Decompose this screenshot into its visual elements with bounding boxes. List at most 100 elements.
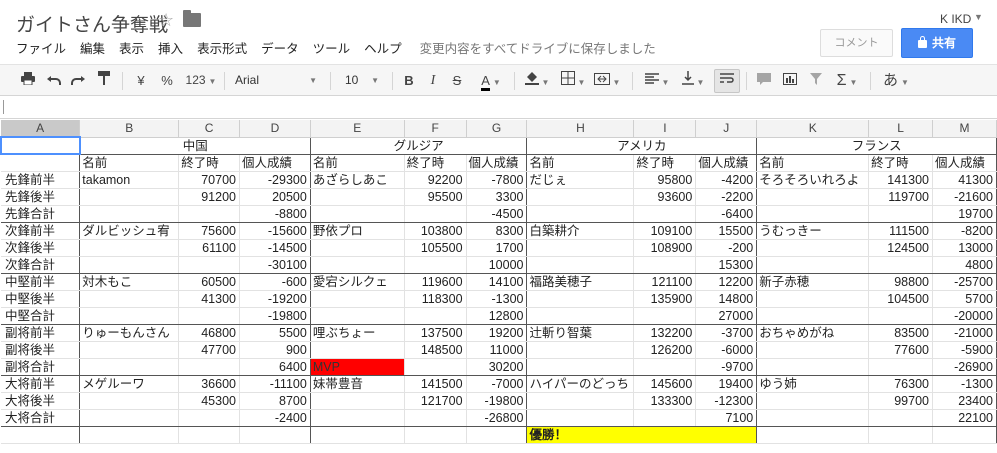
row-label[interactable]: 次鋒合計	[1, 256, 81, 274]
formula-bar[interactable]	[0, 97, 997, 119]
player-name[interactable]: だじぇ	[526, 171, 635, 189]
cell[interactable]	[756, 188, 870, 206]
cell[interactable]	[310, 205, 405, 223]
total-result[interactable]: -6400	[695, 205, 758, 223]
column-header-m[interactable]: M	[932, 120, 997, 138]
cell[interactable]	[178, 409, 240, 427]
total-result[interactable]: -30100	[239, 256, 311, 274]
folder-icon[interactable]	[183, 10, 201, 27]
personal-result[interactable]: 15500	[695, 222, 758, 240]
total-result[interactable]: 30200	[466, 358, 528, 376]
player-name[interactable]: ゆう姉	[756, 375, 870, 393]
personal-result[interactable]: 12200	[695, 273, 758, 291]
end-score[interactable]: 70700	[178, 171, 240, 189]
personal-result[interactable]: -19200	[239, 290, 311, 308]
cell[interactable]	[79, 392, 180, 410]
column-header-g[interactable]: G	[466, 120, 528, 138]
cell[interactable]	[526, 409, 635, 427]
cell[interactable]	[633, 256, 697, 274]
mvp-badge[interactable]: MVP	[310, 358, 405, 376]
personal-result[interactable]: 20500	[239, 188, 311, 206]
personal-result[interactable]: -200	[695, 239, 758, 257]
cell[interactable]	[79, 409, 180, 427]
cell[interactable]	[756, 307, 870, 325]
total-result[interactable]: -26800	[466, 409, 528, 427]
column-label-result[interactable]: 個人成績	[466, 154, 528, 172]
end-score[interactable]: 121100	[633, 273, 697, 291]
player-name[interactable]: ダルビッシュ宥	[79, 222, 180, 240]
cell[interactable]	[1, 154, 81, 172]
end-score[interactable]: 75600	[178, 222, 240, 240]
personal-result[interactable]: -3700	[695, 324, 758, 342]
personal-result[interactable]: -25700	[932, 273, 997, 291]
merge-cells-dropdown[interactable]: ▼	[592, 65, 622, 96]
number-format-dropdown[interactable]: 123 ▼	[182, 65, 220, 96]
personal-result[interactable]: 13000	[932, 239, 997, 257]
column-label-end-score[interactable]: 終了時	[633, 154, 697, 172]
column-label-end-score[interactable]: 終了時	[404, 154, 467, 172]
column-header-f[interactable]: F	[404, 120, 467, 138]
cell[interactable]	[310, 239, 405, 257]
row-label[interactable]: 大将合計	[1, 409, 81, 427]
end-score[interactable]: 46800	[178, 324, 240, 342]
cell[interactable]	[178, 358, 240, 376]
total-result[interactable]: 22100	[932, 409, 997, 427]
end-score[interactable]: 141300	[868, 171, 933, 189]
cell[interactable]	[868, 205, 933, 223]
cell[interactable]	[633, 409, 697, 427]
personal-result[interactable]: -12300	[695, 392, 758, 410]
cell[interactable]	[633, 205, 697, 223]
end-score[interactable]: 83500	[868, 324, 933, 342]
cell[interactable]	[310, 409, 405, 427]
personal-result[interactable]: -21600	[932, 188, 997, 206]
end-score[interactable]: 103800	[404, 222, 467, 240]
team-header[interactable]: 中国	[79, 137, 311, 155]
cell[interactable]	[526, 358, 635, 376]
cell[interactable]	[404, 256, 467, 274]
cell[interactable]	[79, 358, 180, 376]
row-label[interactable]: 大将後半	[1, 392, 81, 410]
end-score[interactable]: 60500	[178, 273, 240, 291]
undo-icon[interactable]	[44, 65, 64, 96]
personal-result[interactable]: -1300	[466, 290, 528, 308]
bold-button[interactable]: B	[400, 65, 418, 96]
column-header-c[interactable]: C	[178, 120, 240, 138]
end-score[interactable]: 95800	[633, 171, 697, 189]
borders-dropdown[interactable]: ▼	[558, 65, 588, 96]
cell[interactable]	[79, 341, 180, 359]
personal-result[interactable]: -600	[239, 273, 311, 291]
cell[interactable]	[310, 392, 405, 410]
end-score[interactable]: 126200	[633, 341, 697, 359]
row-label[interactable]: 先鋒前半	[1, 171, 81, 189]
cell[interactable]	[526, 256, 635, 274]
player-name[interactable]: おちゃめがね	[756, 324, 870, 342]
personal-result[interactable]: 1700	[466, 239, 528, 257]
column-label-result[interactable]: 個人成績	[932, 154, 997, 172]
player-name[interactable]: takamon	[79, 171, 180, 189]
column-header-i[interactable]: I	[633, 120, 697, 138]
chevron-down-icon[interactable]: ▼	[974, 12, 983, 22]
column-header-h[interactable]: H	[526, 120, 635, 138]
cell[interactable]	[404, 409, 467, 427]
cell[interactable]	[932, 426, 997, 444]
personal-result[interactable]: -8200	[932, 222, 997, 240]
personal-result[interactable]: 5700	[932, 290, 997, 308]
cell[interactable]	[178, 205, 240, 223]
end-score[interactable]: 141500	[404, 375, 467, 393]
total-result[interactable]: 4800	[932, 256, 997, 274]
row-label[interactable]: 中堅合計	[1, 307, 81, 325]
percent-format-button[interactable]: %	[158, 65, 176, 96]
cell[interactable]	[79, 256, 180, 274]
cell[interactable]	[633, 307, 697, 325]
end-score[interactable]: 77600	[868, 341, 933, 359]
cell[interactable]	[178, 426, 240, 444]
total-result[interactable]: 6400	[239, 358, 311, 376]
cell[interactable]	[79, 205, 180, 223]
column-label-end-score[interactable]: 終了時	[178, 154, 240, 172]
total-result[interactable]: -4500	[466, 205, 528, 223]
cell[interactable]	[868, 307, 933, 325]
wrap-text-button[interactable]	[714, 69, 740, 93]
cell[interactable]	[756, 426, 870, 444]
player-name[interactable]: 哩ぶちょー	[310, 324, 405, 342]
end-score[interactable]: 135900	[633, 290, 697, 308]
